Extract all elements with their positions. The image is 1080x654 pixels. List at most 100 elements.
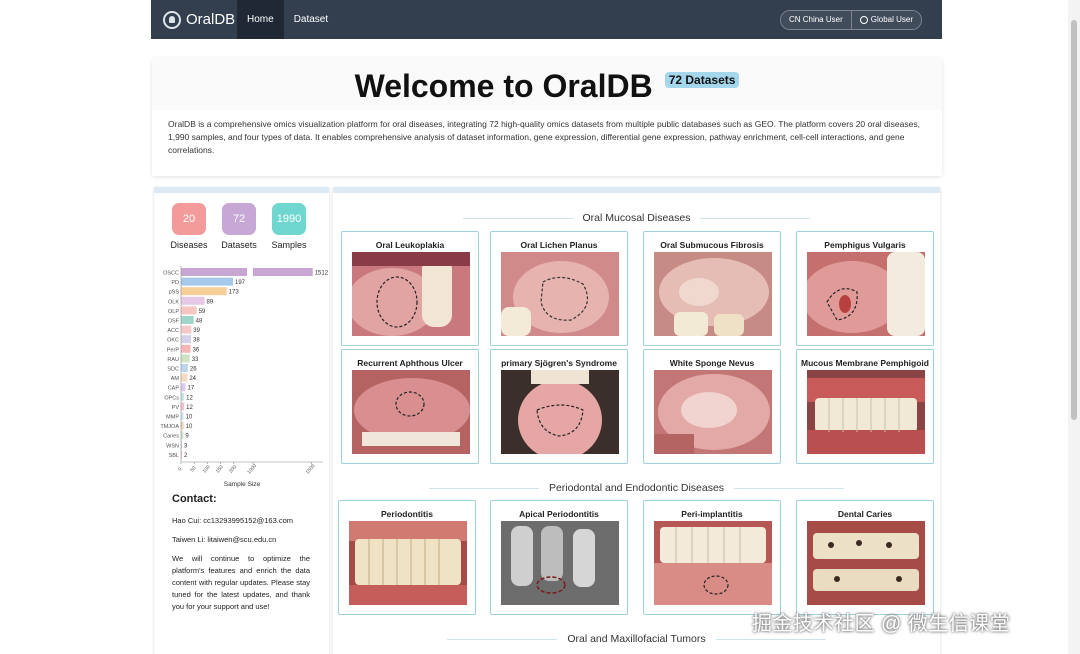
bar-category-label: SBL	[169, 453, 179, 459]
bar-value-label: 26	[190, 367, 197, 373]
brand-link[interactable]: OralDB	[151, 0, 237, 39]
china-user-button[interactable]: CN China User	[780, 10, 851, 29]
divider	[734, 487, 845, 489]
card-mucous-membrane-pemphigoid[interactable]: Mucous Membrane Pemphigoid	[796, 349, 934, 464]
top-navbar: OralDB Home Dataset CN China User Global…	[151, 0, 942, 39]
divider	[700, 217, 811, 219]
bar	[181, 268, 247, 276]
bar-value-label: 48	[196, 319, 203, 325]
bar-category-label: OPCs	[164, 395, 179, 401]
card-title: Apical Periodontitis	[519, 509, 599, 519]
bar-category-label: OLK	[168, 299, 179, 305]
contact-hao-cui: Hao Cui: cc13293995152@163.com	[172, 516, 294, 525]
stat-datasets-label: Datasets	[221, 240, 257, 250]
section-oral-mucosal: Oral Mucosal Diseases	[333, 212, 940, 224]
nav-dataset[interactable]: Dataset	[284, 0, 338, 39]
card-title: Dental Caries	[837, 509, 893, 519]
card-title: Oral Submucous Fibrosis	[660, 240, 764, 250]
card-title: Oral Lichen Planus	[520, 240, 598, 250]
card-periodontitis[interactable]: Periodontitis	[338, 500, 476, 615]
nav-home[interactable]: Home	[237, 0, 284, 39]
sample-size-bar-chart: OSCC 1512PD 197pSS 173OLK 89OLP 59OSF 48ACC 39O…	[160, 266, 329, 488]
brand-name: OralDB	[186, 11, 236, 28]
leukoplakia-photo-icon	[352, 252, 470, 336]
fibrosis-photo-icon	[654, 252, 772, 336]
bar	[181, 325, 192, 334]
section-periodontal: Periodontal and Endodontic Diseases	[333, 482, 940, 494]
page-title: Welcome to OralDB	[354, 68, 653, 104]
x-tick-label: 50	[189, 465, 197, 473]
x-tick-label: 0	[177, 466, 184, 472]
scrollbar-thumb[interactable]	[1071, 20, 1077, 420]
aphthous-photo-icon	[352, 370, 470, 454]
stat-samples-label: Samples	[271, 240, 307, 250]
card-title: Mucous Membrane Pemphigoid	[801, 358, 929, 368]
card-pemphigus-vulgaris[interactable]: Pemphigus Vulgaris	[796, 231, 934, 346]
update-notice: We will continue to optimize the platfor…	[172, 554, 310, 611]
region-switch: CN China User Global User	[779, 9, 922, 30]
card-white-sponge-nevus[interactable]: White Sponge Nevus	[643, 349, 781, 464]
card-primary-sjogren[interactable]: primary Sjögren's Syndrome	[490, 349, 628, 464]
bar-category-label: OSF	[168, 319, 180, 325]
hero-panel: Welcome to OralDB 72 Datasets OralDB is …	[152, 58, 942, 176]
stat-datasets-value: 72	[222, 203, 256, 235]
bar-category-label: SDC	[167, 367, 179, 373]
bar	[253, 268, 313, 276]
card-oral-leukoplakia[interactable]: Oral Leukoplakia	[341, 231, 479, 346]
bar-category-label: OKC	[167, 338, 179, 344]
x-tick-label: 100	[202, 464, 212, 474]
card-apical-periodontitis[interactable]: Apical Periodontitis	[490, 500, 628, 615]
china-user-label: CN China User	[788, 15, 843, 24]
card-title: Pemphigus Vulgaris	[824, 240, 906, 250]
bar-value-label: 38	[193, 338, 200, 344]
card-title: primary Sjögren's Syndrome	[501, 358, 617, 368]
bar	[181, 277, 234, 286]
section-title-mucosal: Oral Mucosal Diseases	[582, 212, 691, 224]
global-user-button[interactable]: Global User	[850, 10, 921, 29]
card-oral-lichen-planus[interactable]: Oral Lichen Planus	[490, 231, 628, 346]
bar-value-label: 3	[184, 443, 188, 449]
bar-value-label: 36	[193, 347, 200, 353]
bar-category-label: PV	[172, 405, 180, 411]
bar-value-label: 10	[186, 415, 193, 421]
bar-value-label: 1512	[315, 271, 329, 277]
bar-value-label: 9	[185, 434, 189, 440]
bar	[181, 316, 194, 324]
card-dental-caries[interactable]: Dental Caries	[796, 500, 934, 615]
bar	[181, 402, 185, 411]
caries-photo-icon	[807, 521, 925, 605]
page: OralDB Home Dataset CN China User Global…	[0, 0, 1080, 654]
x-tick-label: 150	[215, 464, 225, 474]
bar	[181, 392, 185, 401]
stat-diseases: 20 Diseases	[170, 203, 208, 250]
platform-description: OralDB is a comprehensive omics visualiz…	[152, 110, 942, 176]
vertical-scrollbar[interactable]	[1068, 0, 1080, 654]
card-title: Oral Leukoplakia	[375, 240, 445, 250]
stat-samples-value: 1990	[272, 203, 306, 235]
x-tick-label: 1000	[246, 463, 258, 476]
contact-taiwen-li: Taiwen Li: litaiwen@scu.edu.cn	[172, 535, 277, 544]
card-title: White Sponge Nevus	[669, 358, 755, 368]
pemphigoid-photo-icon	[807, 370, 925, 454]
bar	[181, 296, 205, 305]
bar	[181, 383, 186, 392]
divider	[447, 638, 558, 640]
bar-category-label: MMP	[166, 415, 179, 421]
datasets-badge: 72 Datasets	[664, 72, 740, 88]
bar	[181, 412, 184, 420]
bar-value-label: 12	[186, 405, 193, 411]
bar-category-label: ACC	[167, 328, 179, 334]
sponge-nevus-photo-icon	[654, 370, 772, 454]
card-peri-implantitis[interactable]: Peri-implantitis	[643, 500, 781, 615]
bar	[181, 354, 190, 363]
card-title: Recurrent Aphthous Ulcer	[357, 358, 463, 368]
card-oral-submucous-fibrosis[interactable]: Oral Submucous Fibrosis	[643, 231, 781, 346]
stat-samples: 1990 Samples	[271, 203, 307, 250]
bar	[181, 344, 191, 353]
card-recurrent-aphthous-ulcer[interactable]: Recurrent Aphthous Ulcer	[341, 349, 479, 464]
bar-value-label: 39	[193, 328, 200, 334]
global-user-label: Global User	[870, 15, 913, 24]
bar-value-label: 197	[235, 280, 246, 286]
x-tick-label: 200	[228, 464, 238, 474]
disease-browser: Oral Mucosal Diseases Oral Leukoplakia O…	[333, 187, 940, 654]
